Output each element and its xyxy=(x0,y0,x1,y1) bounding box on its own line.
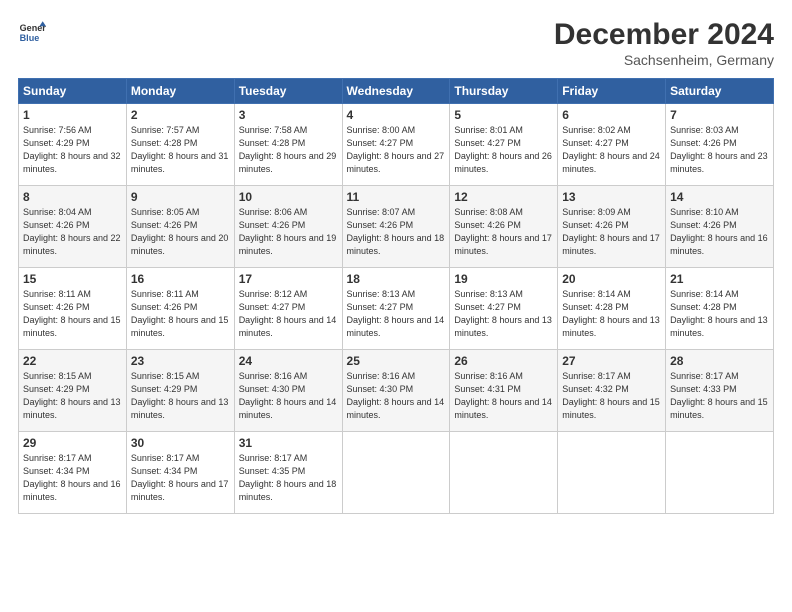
table-row: 22Sunrise: 8:15 AMSunset: 4:29 PMDayligh… xyxy=(19,350,127,432)
table-row: 15Sunrise: 8:11 AMSunset: 4:26 PMDayligh… xyxy=(19,268,127,350)
table-row: 4Sunrise: 8:00 AMSunset: 4:27 PMDaylight… xyxy=(342,104,450,186)
table-row: 18Sunrise: 8:13 AMSunset: 4:27 PMDayligh… xyxy=(342,268,450,350)
col-sunday: Sunday xyxy=(19,79,127,104)
calendar-table: Sunday Monday Tuesday Wednesday Thursday… xyxy=(18,78,774,514)
table-row xyxy=(558,432,666,514)
table-row: 11Sunrise: 8:07 AMSunset: 4:26 PMDayligh… xyxy=(342,186,450,268)
table-row: 26Sunrise: 8:16 AMSunset: 4:31 PMDayligh… xyxy=(450,350,558,432)
table-row: 7Sunrise: 8:03 AMSunset: 4:26 PMDaylight… xyxy=(666,104,774,186)
col-thursday: Thursday xyxy=(450,79,558,104)
table-row: 6Sunrise: 8:02 AMSunset: 4:27 PMDaylight… xyxy=(558,104,666,186)
table-row: 23Sunrise: 8:15 AMSunset: 4:29 PMDayligh… xyxy=(126,350,234,432)
location-title: Sachsenheim, Germany xyxy=(554,52,774,68)
table-row: 10Sunrise: 8:06 AMSunset: 4:26 PMDayligh… xyxy=(234,186,342,268)
page: General Blue December 2024 Sachsenheim, … xyxy=(0,0,792,612)
logo-icon: General Blue xyxy=(18,18,46,46)
table-row: 2Sunrise: 7:57 AMSunset: 4:28 PMDaylight… xyxy=(126,104,234,186)
table-row: 5Sunrise: 8:01 AMSunset: 4:27 PMDaylight… xyxy=(450,104,558,186)
title-block: December 2024 Sachsenheim, Germany xyxy=(554,18,774,68)
table-row: 25Sunrise: 8:16 AMSunset: 4:30 PMDayligh… xyxy=(342,350,450,432)
table-row: 13Sunrise: 8:09 AMSunset: 4:26 PMDayligh… xyxy=(558,186,666,268)
logo: General Blue xyxy=(18,18,46,46)
col-tuesday: Tuesday xyxy=(234,79,342,104)
table-row: 29Sunrise: 8:17 AMSunset: 4:34 PMDayligh… xyxy=(19,432,127,514)
table-row: 12Sunrise: 8:08 AMSunset: 4:26 PMDayligh… xyxy=(450,186,558,268)
table-row: 24Sunrise: 8:16 AMSunset: 4:30 PMDayligh… xyxy=(234,350,342,432)
table-row: 3Sunrise: 7:58 AMSunset: 4:28 PMDaylight… xyxy=(234,104,342,186)
col-saturday: Saturday xyxy=(666,79,774,104)
table-row: 19Sunrise: 8:13 AMSunset: 4:27 PMDayligh… xyxy=(450,268,558,350)
table-row: 27Sunrise: 8:17 AMSunset: 4:32 PMDayligh… xyxy=(558,350,666,432)
table-row: 16Sunrise: 8:11 AMSunset: 4:26 PMDayligh… xyxy=(126,268,234,350)
table-row: 1Sunrise: 7:56 AMSunset: 4:29 PMDaylight… xyxy=(19,104,127,186)
table-row: 9Sunrise: 8:05 AMSunset: 4:26 PMDaylight… xyxy=(126,186,234,268)
table-row: 31Sunrise: 8:17 AMSunset: 4:35 PMDayligh… xyxy=(234,432,342,514)
table-row xyxy=(450,432,558,514)
col-friday: Friday xyxy=(558,79,666,104)
table-row: 17Sunrise: 8:12 AMSunset: 4:27 PMDayligh… xyxy=(234,268,342,350)
calendar-header-row: Sunday Monday Tuesday Wednesday Thursday… xyxy=(19,79,774,104)
table-row: 30Sunrise: 8:17 AMSunset: 4:34 PMDayligh… xyxy=(126,432,234,514)
table-row xyxy=(342,432,450,514)
table-row: 21Sunrise: 8:14 AMSunset: 4:28 PMDayligh… xyxy=(666,268,774,350)
table-row: 14Sunrise: 8:10 AMSunset: 4:26 PMDayligh… xyxy=(666,186,774,268)
svg-text:Blue: Blue xyxy=(20,33,40,43)
header: General Blue December 2024 Sachsenheim, … xyxy=(18,18,774,68)
month-title: December 2024 xyxy=(554,18,774,52)
table-row: 20Sunrise: 8:14 AMSunset: 4:28 PMDayligh… xyxy=(558,268,666,350)
table-row: 28Sunrise: 8:17 AMSunset: 4:33 PMDayligh… xyxy=(666,350,774,432)
col-monday: Monday xyxy=(126,79,234,104)
table-row: 8Sunrise: 8:04 AMSunset: 4:26 PMDaylight… xyxy=(19,186,127,268)
col-wednesday: Wednesday xyxy=(342,79,450,104)
table-row xyxy=(666,432,774,514)
